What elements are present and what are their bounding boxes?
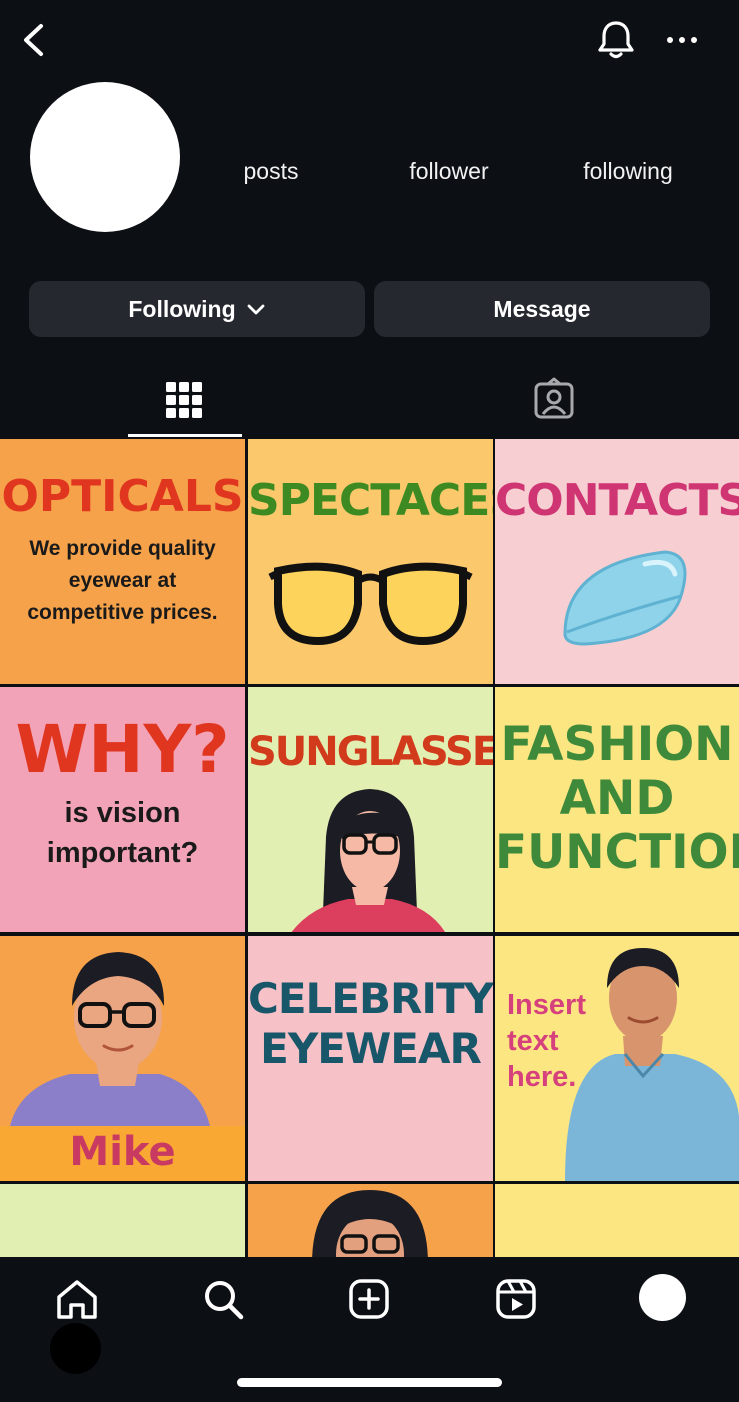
post-partial[interactable] [248, 1184, 493, 1257]
post-title-line: EYEWEAR [260, 1024, 482, 1073]
post-why[interactable]: WHY? is vision important? [0, 687, 245, 932]
profile-avatar-large[interactable] [30, 82, 180, 232]
more-options-button[interactable] [660, 22, 704, 58]
post-title-line: FUNCTION [495, 825, 739, 880]
post-title: SUNGLASSES [248, 729, 493, 775]
posts-grid: OPTICALS We provide quality eyewear at c… [0, 439, 739, 1257]
back-button[interactable] [16, 20, 56, 60]
post-fashion-function[interactable]: FASHION AND FUNCTION [495, 687, 739, 932]
tab-tagged[interactable] [524, 372, 584, 432]
post-insert-text[interactable]: Insert text here. [495, 936, 739, 1181]
person-name: Mike [69, 1129, 176, 1175]
reels-icon [496, 1279, 536, 1319]
bell-icon [598, 21, 634, 59]
message-button[interactable]: Message [374, 281, 710, 337]
contact-lens-illustration [563, 550, 687, 646]
post-partial[interactable] [0, 1184, 245, 1257]
more-dots-icon [667, 37, 697, 43]
post-text-line: We provide quality [29, 537, 216, 560]
chevron-left-icon [24, 24, 43, 56]
post-opticals[interactable]: OPTICALS We provide quality eyewear at c… [0, 439, 245, 684]
post-sunglasses[interactable]: SUNGLASSES [248, 687, 493, 932]
post-title: OPTICALS [1, 471, 244, 522]
person-illustration [312, 1190, 428, 1257]
post-title-line: FASHION [500, 717, 734, 772]
nav-profile-avatar[interactable] [639, 1274, 686, 1321]
following-count-label[interactable]: following [558, 158, 698, 185]
posts-count-label[interactable]: posts [201, 158, 341, 185]
post-title-line: AND [559, 771, 675, 826]
create-icon [349, 1279, 389, 1319]
nav-reels-button[interactable] [492, 1275, 540, 1323]
post-celebrity-eyewear[interactable]: CELEBRITY EYEWEAR [248, 936, 493, 1181]
following-button[interactable]: Following [29, 281, 365, 337]
follower-count-label[interactable]: follower [379, 158, 519, 185]
top-bar [0, 0, 739, 80]
chevron-down-icon [246, 296, 266, 323]
woman-illustration [291, 789, 445, 932]
home-icon [57, 1280, 97, 1319]
post-text-line: important? [46, 837, 199, 869]
notifications-button[interactable] [594, 18, 638, 62]
post-title: SPECTACES [248, 475, 493, 526]
glasses-illustration [268, 562, 473, 646]
post-mike[interactable]: Mike [0, 936, 245, 1181]
nav-home-button[interactable] [53, 1275, 101, 1323]
post-contacts[interactable]: CONTACTS [495, 439, 739, 684]
active-tab-indicator [128, 434, 242, 437]
man-in-shirt-illustration [565, 948, 739, 1181]
post-title: CONTACTS [495, 475, 739, 526]
post-title: WHY? [15, 711, 230, 788]
post-text-line: competitive prices. [27, 601, 218, 624]
home-indicator[interactable] [237, 1378, 502, 1387]
post-spectaces[interactable]: SPECTACES [248, 439, 493, 684]
post-text-line: eyewear at [68, 569, 177, 592]
grid-icon [166, 382, 202, 418]
message-button-label: Message [493, 295, 591, 322]
following-button-label: Following [128, 295, 236, 322]
tab-posts-grid[interactable] [155, 372, 215, 432]
search-icon [205, 1281, 244, 1320]
nav-create-button[interactable] [345, 1275, 393, 1323]
tagged-person-icon [534, 377, 574, 419]
nav-search-button[interactable] [199, 1275, 247, 1323]
post-partial[interactable] [495, 1184, 739, 1257]
post-title-line: CELEBRITY [248, 974, 493, 1023]
overlay-dot [50, 1323, 101, 1374]
bottom-navigation [0, 1257, 739, 1402]
post-text-line: is vision [64, 797, 181, 829]
